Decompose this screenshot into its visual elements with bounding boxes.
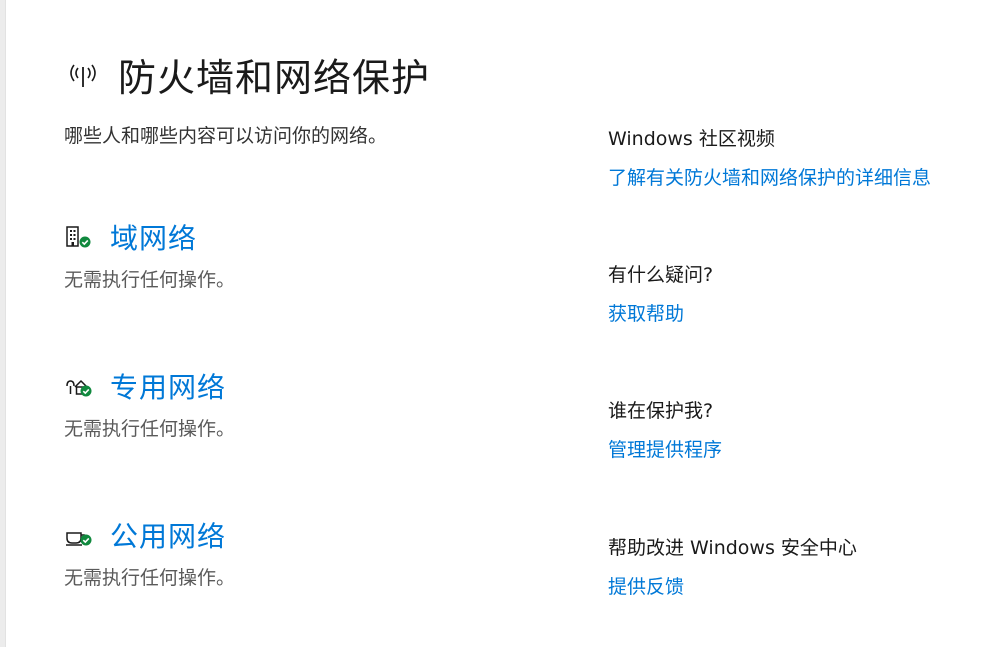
network-header-private: 专用网络	[64, 366, 544, 406]
public-network-status: 无需执行任何操作。	[64, 567, 236, 589]
community-video-heading: Windows 社区视频	[608, 128, 775, 150]
private-network-status: 无需执行任何操作。	[64, 418, 236, 440]
domain-network-status: 无需执行任何操作。	[64, 269, 236, 291]
private-network-icon	[64, 373, 94, 399]
public-network-link[interactable]: 公用网络	[110, 515, 226, 555]
firewall-network-protection-page: 防火墙和网络保护 哪些人和哪些内容可以访问你的网络。 域网络 无需执行任何操作。…	[0, 0, 1000, 647]
give-feedback-link[interactable]: 提供反馈	[608, 572, 988, 599]
window-left-edge	[0, 0, 6, 647]
page-subtitle: 哪些人和哪些内容可以访问你的网络。	[64, 125, 388, 147]
private-network-link[interactable]: 专用网络	[110, 366, 226, 406]
network-header-public: 公用网络	[64, 515, 544, 555]
learn-more-link[interactable]: 了解有关防火墙和网络保护的详细信息	[608, 163, 988, 190]
feedback-heading: 帮助改进 Windows 安全中心	[608, 537, 857, 559]
help-heading: 有什么疑问?	[608, 264, 714, 286]
get-help-link[interactable]: 获取帮助	[608, 299, 988, 326]
public-network-icon	[64, 522, 94, 548]
network-section-private: 专用网络 无需执行任何操作。	[64, 366, 544, 441]
community-video-block: Windows 社区视频 了解有关防火墙和网络保护的详细信息	[608, 124, 988, 190]
help-block: 有什么疑问? 获取帮助	[608, 260, 988, 326]
providers-heading: 谁在保护我?	[608, 400, 714, 422]
network-section-domain: 域网络 无需执行任何操作。	[64, 217, 544, 292]
page-title: 防火墙和网络保护	[118, 55, 431, 100]
manage-providers-link[interactable]: 管理提供程序	[608, 435, 988, 462]
antenna-broadcast-icon	[62, 58, 104, 90]
feedback-block: 帮助改进 Windows 安全中心 提供反馈	[608, 533, 988, 599]
domain-network-link[interactable]: 域网络	[110, 217, 197, 257]
network-section-public: 公用网络 无需执行任何操作。	[64, 515, 544, 590]
providers-block: 谁在保护我? 管理提供程序	[608, 396, 988, 462]
network-header-domain: 域网络	[64, 217, 544, 257]
page-header: 防火墙和网络保护	[62, 48, 430, 100]
domain-network-icon	[64, 224, 94, 250]
